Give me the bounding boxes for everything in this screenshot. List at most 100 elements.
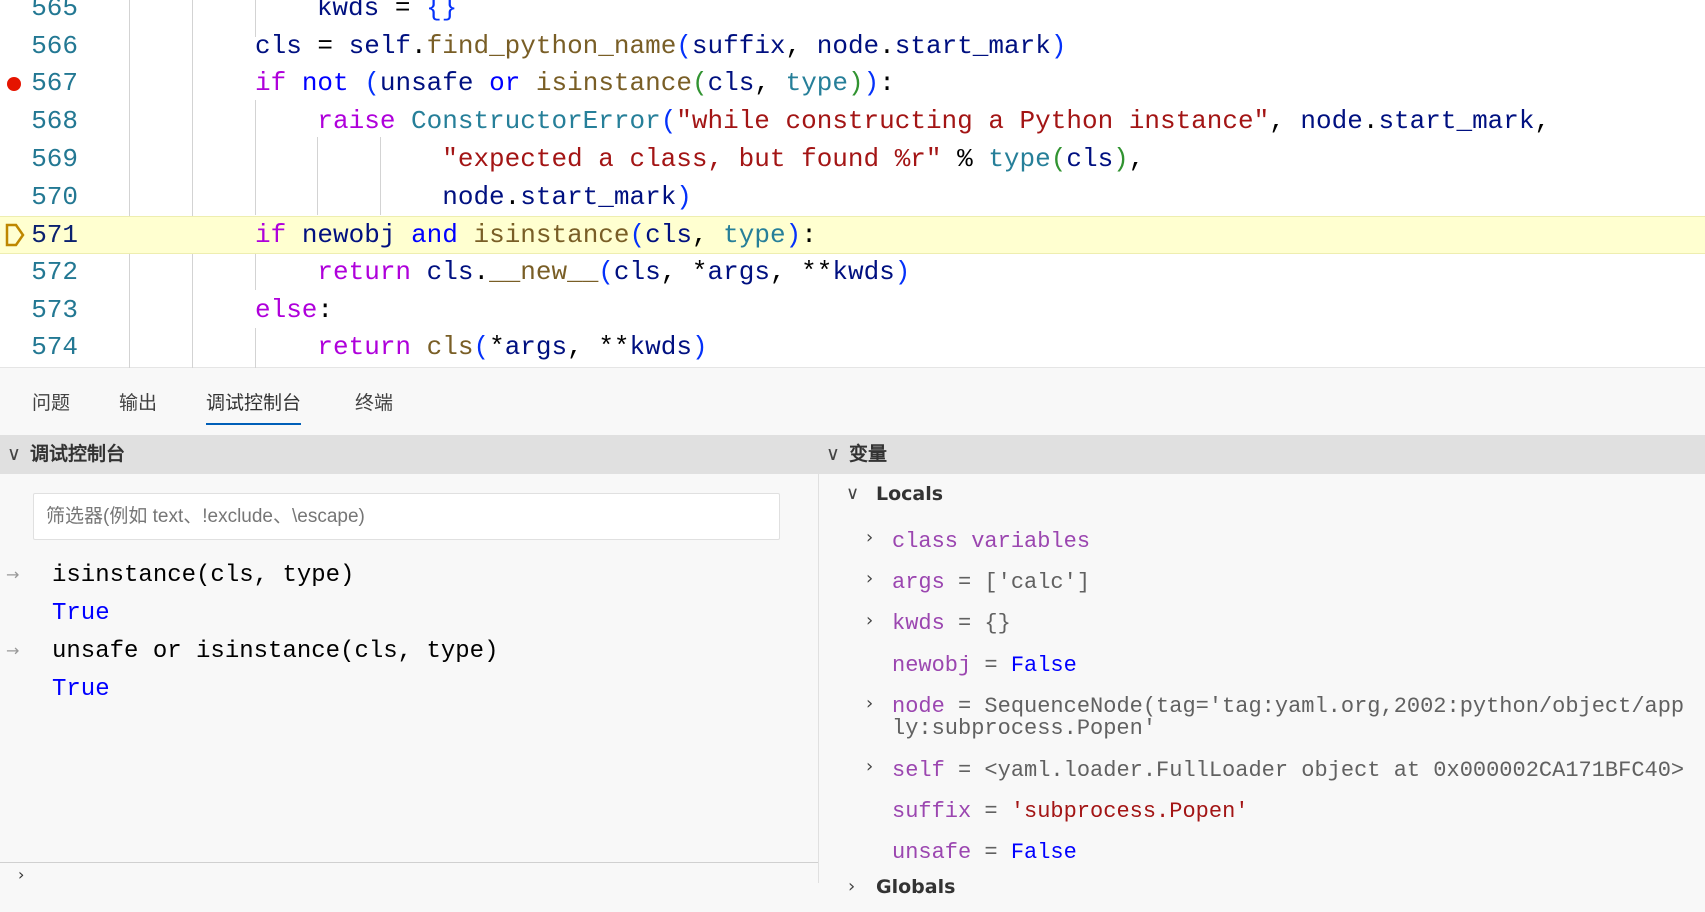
chevron-right-icon[interactable]: › bbox=[866, 568, 873, 589]
code-token: ) bbox=[785, 220, 802, 251]
variable-item[interactable]: suffix = 'subprocess.Popen' bbox=[846, 791, 1695, 832]
code-line[interactable]: 572 return cls.__new__(cls, *args, **kwd… bbox=[0, 254, 1705, 292]
code-text: else: bbox=[255, 292, 333, 330]
tab-output[interactable]: 输出 bbox=[119, 388, 157, 423]
code-token: cls bbox=[426, 332, 474, 363]
variable-row[interactable]: newobj = False bbox=[892, 645, 1695, 686]
line-number[interactable]: 565 bbox=[8, 0, 78, 28]
variable-item[interactable]: unsafe = False bbox=[846, 833, 1695, 874]
variable-value: SequenceNode(tag='tag:yaml.org,2002:pyth… bbox=[892, 694, 1685, 742]
code-token: "expected a class, but found %r" bbox=[442, 143, 942, 174]
code-editor[interactable]: 565 kwds = {} 566 cls = self.find_python_n… bbox=[0, 0, 1705, 368]
code-line[interactable]: 574 return cls(*args, **kwds) bbox=[0, 329, 1705, 367]
code-token: ( bbox=[691, 68, 708, 99]
variable-item[interactable]: › class variables bbox=[846, 521, 1695, 562]
code-token: ( bbox=[473, 332, 490, 363]
panel-divider[interactable] bbox=[818, 435, 819, 883]
chevron-right-icon[interactable]: › bbox=[866, 610, 873, 631]
line-number[interactable]: 568 bbox=[8, 103, 78, 141]
code-line[interactable]: 571 if newobj and isinstance(cls, type): bbox=[0, 216, 1705, 254]
code-token: ( bbox=[660, 106, 677, 137]
code-token: * bbox=[489, 332, 505, 363]
locals-scope[interactable]: Locals bbox=[876, 483, 943, 505]
chevron-right-icon[interactable]: › bbox=[866, 693, 873, 714]
code-token: ) bbox=[1050, 30, 1067, 61]
equals-sign: = bbox=[971, 652, 1011, 678]
code-line[interactable]: 565 kwds = {} bbox=[0, 0, 1705, 28]
code-line[interactable]: 567 if not (unsafe or isinstance(cls, typ… bbox=[0, 65, 1705, 103]
code-token: cls bbox=[1066, 143, 1114, 174]
code-token: ) bbox=[691, 332, 708, 363]
code-token: unsafe bbox=[379, 68, 474, 99]
line-number[interactable]: 573 bbox=[8, 292, 78, 330]
variable-item[interactable]: newobj = False bbox=[846, 645, 1695, 686]
code-text: if not (unsafe or isinstance(cls, type))… bbox=[255, 65, 895, 103]
chevron-right-icon[interactable]: › bbox=[866, 756, 873, 777]
variables-header[interactable]: ∨ 变量 bbox=[819, 435, 1705, 474]
code-text: "expected a class, but found %r" % type(… bbox=[255, 141, 1144, 179]
variables-title: 变量 bbox=[849, 443, 888, 465]
code-token: node bbox=[816, 30, 880, 61]
code-line[interactable]: 566 cls = self.find_python_name(suffix, n… bbox=[0, 28, 1705, 66]
code-text: raise ConstructorError("while constructi… bbox=[255, 103, 1550, 141]
code-line[interactable]: 570 node.start_mark) bbox=[0, 179, 1705, 217]
variable-item[interactable]: › self = <yaml.loader.FullLoader object a… bbox=[846, 750, 1695, 791]
variable-row[interactable]: node = SequenceNode(tag='tag:yaml.org,20… bbox=[892, 687, 1695, 750]
debug-console-header[interactable]: ∨ 调试控制台 bbox=[0, 435, 818, 474]
line-number[interactable]: 569 bbox=[8, 141, 78, 179]
input-arrow-icon: → bbox=[6, 565, 20, 584]
code-token: ( bbox=[598, 256, 614, 287]
console-filter-input[interactable]: 筛选器(例如 text、!exclude、\escape) bbox=[33, 493, 780, 540]
code-text: if newobj and isinstance(cls, type): bbox=[255, 217, 817, 255]
code-token: , bbox=[754, 68, 786, 99]
code-line[interactable]: 568 raise ConstructorError("while constr… bbox=[0, 103, 1705, 141]
code-token: cls bbox=[645, 220, 692, 251]
variable-name: class variables bbox=[892, 528, 1091, 554]
line-number[interactable]: 570 bbox=[8, 179, 78, 217]
tab-problems[interactable]: 问题 bbox=[32, 388, 70, 423]
code-line[interactable]: 573 else: bbox=[0, 292, 1705, 330]
variable-row[interactable]: class variables bbox=[892, 521, 1695, 562]
variable-row[interactable]: kwds = {} bbox=[892, 604, 1695, 645]
line-number[interactable]: 574 bbox=[8, 329, 78, 367]
variable-item[interactable]: › node = SequenceNode(tag='tag:yaml.org,2… bbox=[846, 687, 1695, 750]
code-line[interactable]: 569 "expected a class, but found %r" % t… bbox=[0, 141, 1705, 179]
variable-row[interactable]: suffix = 'subprocess.Popen' bbox=[892, 791, 1695, 832]
tab-terminal[interactable]: 终端 bbox=[355, 388, 393, 423]
globals-scope[interactable]: Globals bbox=[876, 876, 955, 898]
line-number[interactable]: 566 bbox=[8, 28, 78, 66]
code-token: , ** bbox=[769, 256, 833, 287]
variable-row[interactable]: args = ['calc'] bbox=[892, 562, 1695, 603]
console-repl-input[interactable]: › bbox=[0, 862, 818, 884]
variable-item[interactable]: › args = ['calc'] bbox=[846, 562, 1695, 603]
variables-list: › class variables › args = ['calc'] › kwds = … bbox=[846, 521, 1695, 912]
variable-row[interactable]: unsafe = False bbox=[892, 833, 1695, 874]
code-token: . bbox=[473, 256, 490, 287]
line-number[interactable]: 572 bbox=[8, 254, 78, 292]
chevron-right-icon[interactable]: › bbox=[848, 876, 855, 897]
equals-sign: = bbox=[944, 757, 985, 783]
code-text: cls = self.find_python_name(suffix, node… bbox=[255, 28, 1066, 66]
code-token: or bbox=[489, 68, 521, 99]
variable-item[interactable]: › kwds = {} bbox=[846, 604, 1695, 645]
tab-debug-console[interactable]: 调试控制台 bbox=[206, 388, 302, 425]
chevron-down-icon[interactable]: ∨ bbox=[846, 483, 859, 504]
chevron-right-icon[interactable]: › bbox=[866, 527, 873, 548]
code-token: start_mark bbox=[1378, 106, 1535, 137]
code-token: return bbox=[317, 256, 412, 287]
code-token: self bbox=[348, 30, 412, 61]
globals-row[interactable]: › Globals bbox=[846, 874, 1695, 912]
code-token: suffix bbox=[691, 30, 786, 61]
code-token: start_mark bbox=[520, 181, 677, 212]
code-token: kwds bbox=[832, 256, 895, 287]
chevron-down-icon: ∨ bbox=[826, 443, 840, 465]
code-text: return cls.__new__(cls, *args, **kwds) bbox=[255, 254, 910, 292]
code-token: newobj bbox=[301, 220, 396, 251]
code-token: type bbox=[785, 68, 849, 99]
variable-row[interactable]: self = <yaml.loader.FullLoader object at… bbox=[892, 750, 1695, 791]
